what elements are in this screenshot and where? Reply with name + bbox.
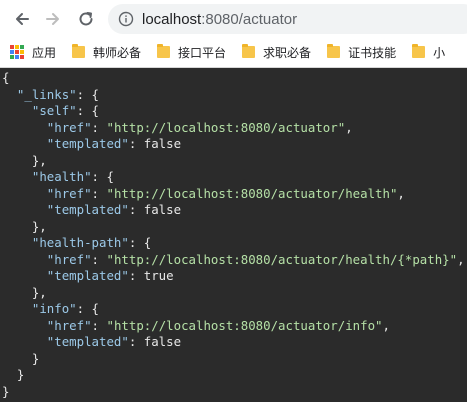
- browser-chrome: localhost:8080/actuator 应用 韩师必备 接口平台 求职必…: [0, 0, 467, 68]
- forward-button[interactable]: [40, 6, 66, 32]
- bookmark-label: 应用: [32, 45, 57, 60]
- json-key: "href": [46, 251, 92, 267]
- bookmark-folder[interactable]: 求职必备: [242, 40, 311, 64]
- folder-icon: [157, 44, 171, 58]
- json-key: "href": [46, 119, 92, 135]
- bookmarks-bar: 应用 韩师必备 接口平台 求职必备 证书技能 小: [0, 38, 467, 66]
- reload-icon: [79, 12, 93, 26]
- json-string: "http://localhost:8080/actuator/info": [106, 317, 383, 333]
- url-host: localhost: [142, 10, 202, 28]
- bookmark-label: 求职必备: [263, 45, 312, 60]
- json-key: "health-path": [31, 235, 129, 250]
- bookmark-label: 证书技能: [348, 45, 397, 60]
- bookmark-label: 韩师必备: [93, 45, 142, 60]
- bookmark-label: 小: [433, 45, 446, 60]
- url-text[interactable]: localhost:8080/actuator: [142, 11, 297, 28]
- json-bool: false: [143, 136, 182, 151]
- json-string: "http://localhost:8080/actuator": [106, 119, 346, 135]
- json-bool: false: [143, 334, 182, 349]
- info-icon[interactable]: [118, 11, 134, 27]
- json-bool: true: [143, 268, 174, 283]
- folder-icon: [412, 44, 426, 58]
- json-viewer: { "_links": { "self": { "href": "http://…: [0, 68, 467, 402]
- bookmark-label: 接口平台: [178, 45, 227, 60]
- back-button[interactable]: [9, 6, 35, 32]
- json-string: "http://localhost:8080/actuator/health/{…: [106, 251, 458, 267]
- folder-icon: [242, 44, 256, 58]
- address-bar[interactable]: localhost:8080/actuator: [108, 4, 467, 34]
- bookmark-apps[interactable]: 应用: [10, 40, 56, 64]
- json-bool: false: [143, 202, 182, 217]
- bookmark-folder[interactable]: 证书技能: [327, 40, 396, 64]
- json-code: { "_links": { "self": { "href": "http://…: [2, 70, 465, 399]
- url-path: :8080/actuator: [201, 10, 298, 28]
- folder-icon: [327, 44, 341, 58]
- json-key: "info": [31, 301, 77, 316]
- arrow-left-icon: [16, 13, 29, 25]
- bookmark-folder[interactable]: 韩师必备: [72, 40, 141, 64]
- json-key: "href": [46, 317, 92, 333]
- arrow-right-icon: [46, 13, 59, 25]
- json-key: "templated": [46, 136, 129, 151]
- bookmark-folder[interactable]: 接口平台: [157, 40, 226, 64]
- reload-button[interactable]: [73, 6, 99, 32]
- json-key: "templated": [46, 268, 129, 283]
- bookmark-folder[interactable]: 小: [412, 40, 445, 64]
- json-key: "_links": [16, 86, 77, 102]
- json-key: "href": [46, 185, 92, 201]
- browser-toolbar: localhost:8080/actuator: [0, 0, 467, 38]
- folder-icon: [72, 44, 86, 58]
- json-key: "templated": [46, 334, 129, 349]
- apps-icon: [10, 45, 24, 59]
- json-string: "http://localhost:8080/actuator/health": [106, 185, 398, 201]
- json-key: "self": [31, 103, 77, 118]
- json-key: "templated": [46, 202, 129, 217]
- json-key: "health": [31, 169, 92, 184]
